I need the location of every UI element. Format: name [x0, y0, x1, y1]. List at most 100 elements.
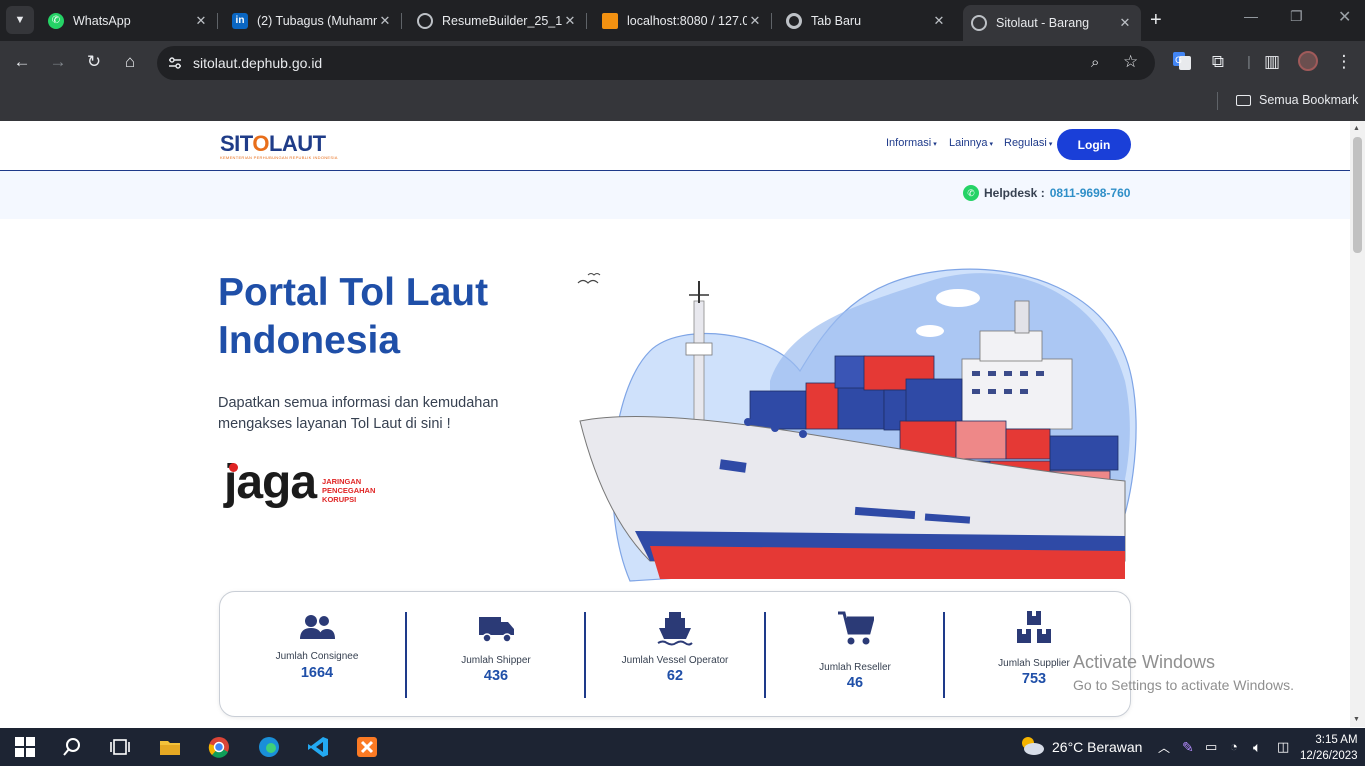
stat-label: Jumlah Consignee	[275, 651, 359, 662]
close-icon[interactable]: ✕	[931, 13, 947, 29]
side-panel-icon[interactable]: ▥	[1260, 52, 1284, 72]
forward-icon[interactable]: →	[46, 52, 70, 72]
translate-icon[interactable]: G	[1170, 51, 1194, 76]
stat-reseller: Jumlah Reseller 46	[765, 592, 945, 718]
stat-value: 1664	[300, 665, 334, 681]
globe-icon	[971, 15, 987, 31]
battery-icon[interactable]: ▭	[1205, 739, 1217, 755]
jaga-logo[interactable]: jaga JARINGAN PENCEGAHAN KORUPSI	[224, 459, 375, 507]
nav-lainnya[interactable]: Lainnya	[949, 137, 993, 149]
helpdesk-phone[interactable]: 0811-9698-760	[1050, 186, 1131, 200]
helpdesk-label: Helpdesk :	[984, 186, 1045, 200]
stat-shipper: Jumlah Shipper 436	[406, 592, 586, 718]
sitolaut-logo[interactable]: SITOLAUT KEMENTERIAN PERHUBUNGAN REPUBLI…	[220, 131, 338, 160]
jaga-wordmark: jaga	[224, 456, 317, 509]
close-icon[interactable]: ✕	[562, 13, 578, 29]
tab-title: Tab Baru	[811, 13, 862, 28]
login-button[interactable]: Login	[1057, 129, 1131, 160]
restore-icon[interactable]: ❐	[1290, 8, 1303, 25]
tab-title: WhatsApp	[73, 13, 131, 28]
close-icon[interactable]: ✕	[747, 13, 763, 29]
tab-linkedin[interactable]: in (2) Tubagus (Muhammad ✕	[224, 6, 402, 35]
tab-search-button[interactable]: ▼	[6, 6, 34, 34]
menu-icon[interactable]: ⋮	[1332, 52, 1356, 72]
scrollbar-thumb[interactable]	[1353, 137, 1362, 253]
stats-panel: Jumlah Consignee 1664 Jumlah Shipper 436…	[219, 591, 1131, 717]
file-explorer-icon[interactable]	[159, 736, 181, 758]
xampp-icon[interactable]	[356, 736, 378, 758]
system-clock[interactable]: 3:15 AM 12/26/2023	[1300, 732, 1358, 764]
nav-regulasi[interactable]: Regulasi	[1004, 137, 1052, 149]
all-bookmarks-label: Semua Bookmark	[1259, 93, 1359, 107]
stat-label: Jumlah Vessel Operator	[621, 655, 729, 666]
ship-icon	[657, 612, 693, 646]
chrome-icon[interactable]	[208, 736, 230, 758]
stat-consignee: Jumlah Consignee 1664	[227, 592, 407, 718]
truck-icon	[479, 617, 514, 643]
hero-description: Dapatkan semua informasi dan kemudahan m…	[218, 395, 499, 432]
home-icon[interactable]: ⌂	[118, 52, 142, 72]
search-icon[interactable]	[61, 736, 83, 758]
bookmark-bar: Semua Bookmark	[0, 85, 1365, 121]
back-icon[interactable]: ←	[10, 52, 34, 72]
profile-avatar[interactable]	[1296, 51, 1320, 76]
helpdesk-bar: ✆ Helpdesk : 0811-9698-760	[0, 171, 1350, 219]
helpdesk: ✆ Helpdesk : 0811-9698-760	[963, 185, 1130, 201]
linkedin-icon: in	[232, 12, 248, 29]
tab-new[interactable]: Tab Baru ✕	[778, 6, 955, 35]
stat-value: 436	[483, 668, 509, 684]
all-bookmarks-button[interactable]: Semua Bookmark	[1236, 93, 1358, 107]
url-text: sitolaut.dephub.go.id	[193, 55, 323, 71]
browser-toolbar: ← → ↻ ⌂ sitolaut.dephub.go.id ⌕ ☆ G ⧉ | …	[0, 41, 1365, 85]
new-tab-button[interactable]: +	[1150, 9, 1162, 32]
globe-icon	[417, 12, 433, 29]
stat-value: 46	[846, 675, 864, 691]
edge-icon[interactable]	[258, 736, 280, 758]
activate-windows-watermark: Activate Windows Go to Settings to activ…	[1073, 652, 1294, 693]
stat-value: 62	[666, 668, 684, 684]
site-header: SITOLAUT KEMENTERIAN PERHUBUNGAN REPUBLI…	[0, 121, 1350, 171]
page-viewport: SITOLAUT KEMENTERIAN PERHUBUNGAN REPUBLI…	[0, 121, 1365, 727]
nav-informasi[interactable]: Informasi	[886, 137, 937, 149]
svg-text:G: G	[1175, 56, 1182, 66]
address-bar[interactable]: sitolaut.dephub.go.id ⌕ ☆	[157, 46, 1155, 80]
reload-icon[interactable]: ↻	[82, 52, 106, 72]
wifi-icon[interactable]: ◔	[1230, 739, 1238, 754]
tab-title: localhost:8080 / 127.0	[627, 13, 747, 28]
pen-icon[interactable]: ✎	[1182, 739, 1194, 756]
phpmyadmin-icon	[602, 12, 618, 29]
volume-icon[interactable]: 🔈︎	[1253, 739, 1261, 756]
page-scrollbar[interactable]: ▲ ▼	[1350, 121, 1365, 727]
close-icon[interactable]: ✕	[193, 13, 209, 29]
tab-title: (2) Tubagus (Muhammad	[257, 13, 377, 28]
site-info-icon[interactable]	[168, 56, 182, 70]
stat-vessel-operator: Jumlah Vessel Operator 62	[585, 592, 765, 718]
extensions-icon[interactable]: ⧉	[1206, 52, 1230, 72]
cart-icon	[838, 611, 874, 645]
tab-phpmyadmin[interactable]: localhost:8080 / 127.0 ✕	[594, 6, 772, 35]
show-hidden-icons-icon[interactable]: ︿	[1158, 739, 1170, 756]
zoom-icon[interactable]: ⌕	[1091, 54, 1099, 71]
jaga-subtitle: JARINGAN PENCEGAHAN KORUPSI	[322, 477, 376, 504]
tab-sitolaut[interactable]: Sitolaut - Barang ✕	[963, 5, 1141, 41]
notification-icon[interactable]: ◫	[1277, 739, 1289, 755]
windows-start-icon[interactable]	[14, 736, 36, 758]
tab-whatsapp[interactable]: ✆ WhatsApp ✕	[40, 6, 218, 35]
vscode-icon[interactable]	[307, 736, 329, 758]
close-icon[interactable]: ✕	[377, 13, 393, 29]
minimize-icon[interactable]: —	[1244, 8, 1258, 24]
weather-icon[interactable]	[1018, 735, 1046, 757]
logo-tagline: KEMENTERIAN PERHUBUNGAN REPUBLIK INDONES…	[220, 155, 338, 160]
window-close-icon[interactable]: ✕	[1338, 7, 1351, 27]
close-icon[interactable]: ✕	[1117, 15, 1133, 31]
tab-title: ResumeBuilder_25_12_	[442, 13, 562, 28]
task-view-icon[interactable]	[109, 736, 131, 758]
bookmark-star-icon[interactable]: ☆	[1123, 52, 1138, 72]
folder-icon	[1236, 94, 1251, 106]
weather-text[interactable]: 26°C Berawan	[1052, 739, 1142, 755]
tab-resumebuilder[interactable]: ResumeBuilder_25_12_ ✕	[409, 6, 587, 35]
whatsapp-icon: ✆	[48, 12, 64, 29]
chrome-icon	[786, 12, 802, 29]
whatsapp-icon: ✆	[963, 185, 979, 201]
hero-title: Portal Tol Laut Indonesia	[218, 271, 489, 362]
